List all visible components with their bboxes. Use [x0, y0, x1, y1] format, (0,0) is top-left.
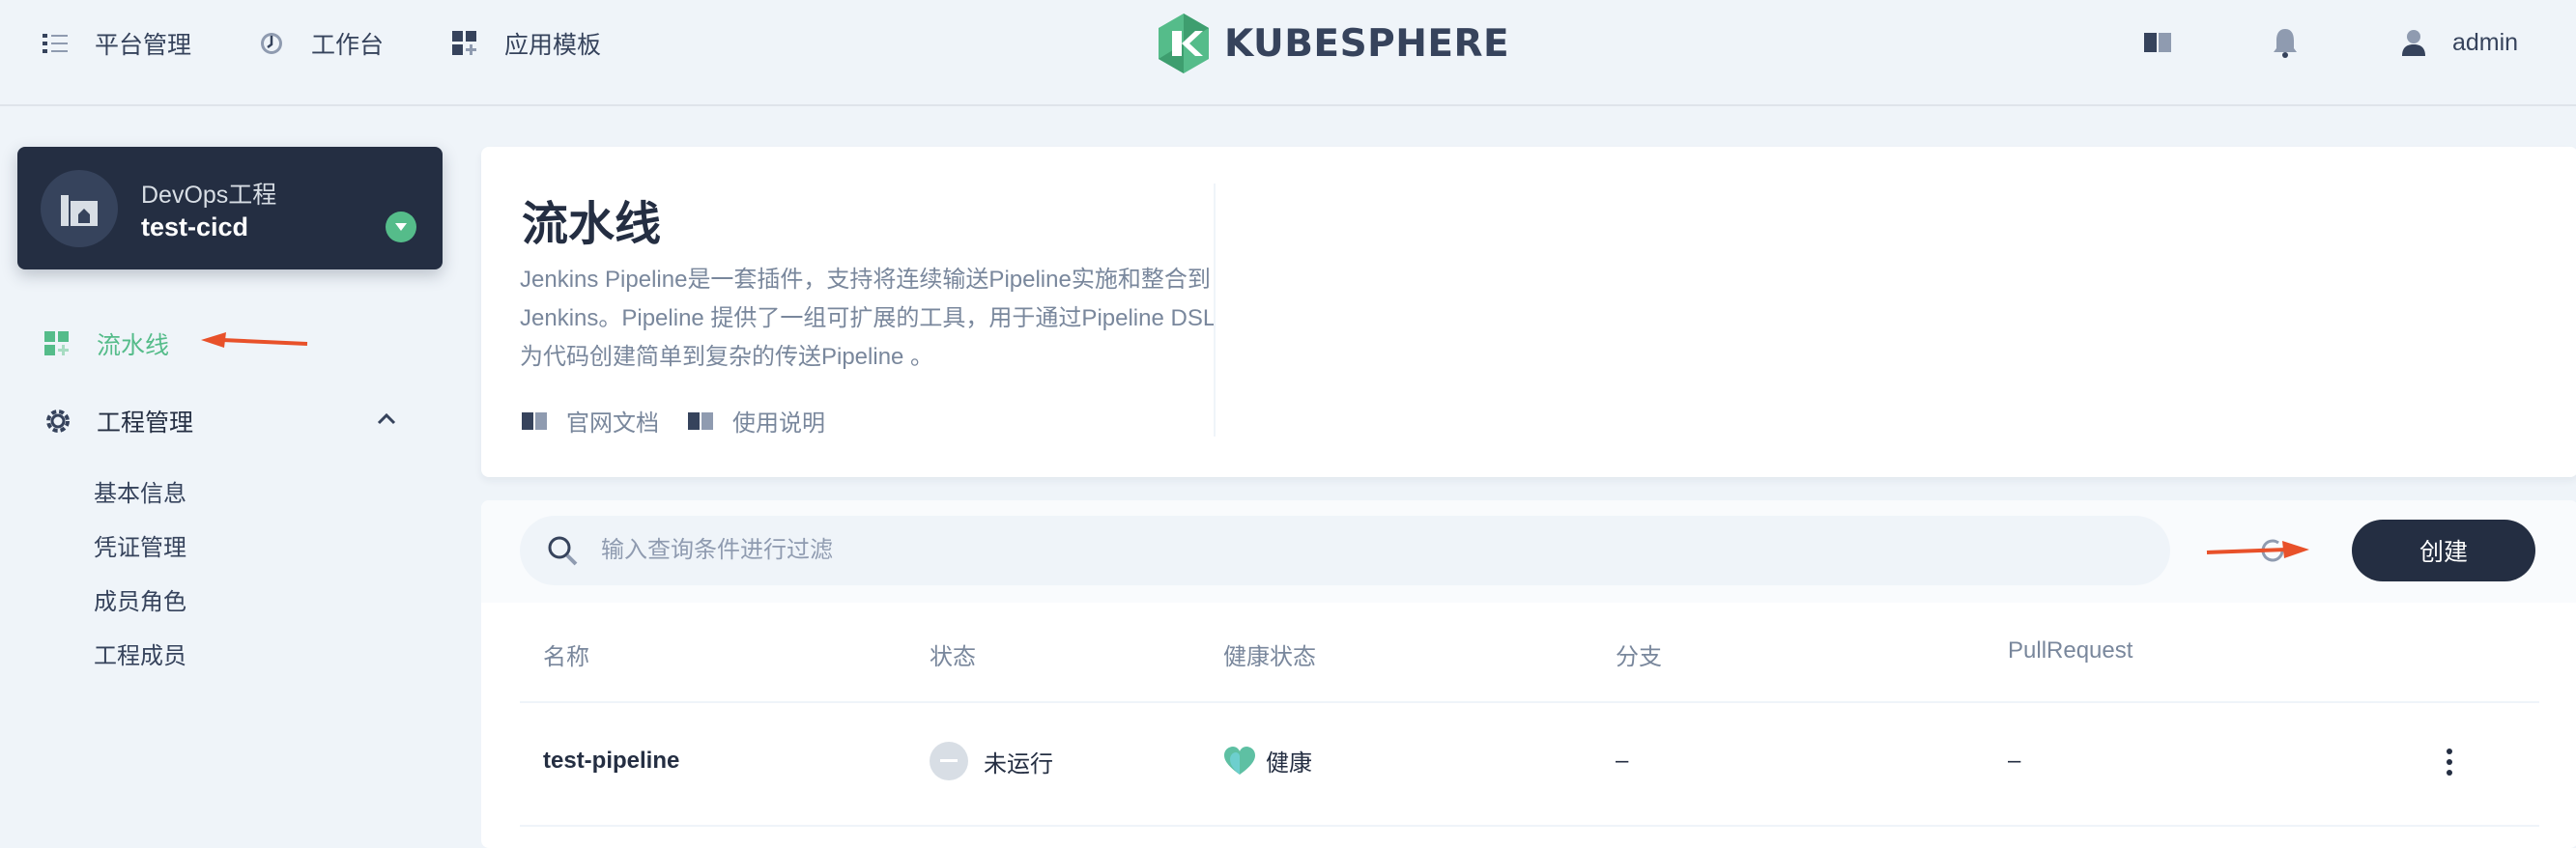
bell-icon[interactable]: [2273, 27, 2298, 58]
sidebar-item-project-management[interactable]: 工程管理: [44, 404, 402, 438]
project-type: DevOps工程: [141, 182, 277, 209]
chevron-up-icon: [377, 413, 396, 425]
project-name: test-cicd: [141, 212, 249, 241]
sidebar-item-basic-info[interactable]: 基本信息: [94, 474, 186, 508]
book-icon: [688, 411, 713, 430]
search-box[interactable]: [520, 516, 2170, 585]
user-menu[interactable]: admin: [2402, 23, 2518, 62]
nav-platform-management-label: 平台管理: [95, 32, 192, 59]
official-docs-label: 官网文档: [566, 410, 659, 437]
pipeline-branch: –: [1616, 748, 1629, 774]
table-row[interactable]: test-pipeline 未运行 健康 – –: [520, 703, 2539, 827]
sidebar-item-project-members[interactable]: 工程成员: [94, 636, 186, 670]
devops-project-icon: [61, 195, 98, 226]
pipeline-status: 未运行: [930, 742, 1053, 780]
column-header-health[interactable]: 健康状态: [1223, 637, 1316, 671]
pipeline-list-card: 创建 名称 状态 健康状态 分支 PullRequest test-pipeli…: [481, 500, 2576, 848]
app-grid-icon: [452, 31, 476, 55]
nav-platform-management[interactable]: 平台管理: [43, 26, 191, 61]
sidebar-item-project-management-label: 工程管理: [97, 410, 194, 437]
column-header-status[interactable]: 状态: [930, 637, 976, 671]
header-divider: [1214, 184, 1216, 437]
book-icon: [522, 411, 547, 430]
annotation-arrow-pipeline: [201, 332, 308, 348]
pipeline-name-link[interactable]: test-pipeline: [543, 748, 679, 775]
pipeline-pull-request: –: [2008, 748, 2021, 774]
heart-icon: [1224, 746, 1255, 775]
page-header-card: 流水线 Jenkins Pipeline是一套插件，支持将连续输送Pipelin…: [481, 147, 2576, 477]
not-run-status-icon: [930, 742, 968, 780]
pipeline-status-label: 未运行: [984, 750, 1053, 777]
column-header-pull-request[interactable]: PullRequest: [2008, 637, 2132, 664]
page-title: 流水线: [522, 199, 662, 250]
usage-guide-link[interactable]: 使用说明: [688, 404, 825, 438]
sidebar-item-pipeline[interactable]: 流水线: [44, 326, 169, 361]
list-icon: [43, 34, 68, 53]
nav-app-templates[interactable]: 应用模板: [452, 26, 601, 61]
kubesphere-logo-icon: [1159, 14, 1209, 73]
user-name: admin: [2452, 28, 2519, 56]
nav-app-templates-label: 应用模板: [504, 32, 602, 59]
list-toolbar: 创建: [481, 500, 2576, 603]
create-button[interactable]: 创建: [2352, 520, 2535, 581]
pipeline-health-label: 健康: [1266, 750, 1312, 777]
kubesphere-logo[interactable]: KUBESPHERE: [1157, 14, 1509, 73]
search-icon: [548, 536, 578, 566]
sidebar-item-credentials[interactable]: 凭证管理: [94, 528, 186, 562]
table-header: 名称 状态 健康状态 分支 PullRequest: [520, 603, 2539, 703]
project-avatar: [41, 170, 118, 247]
sidebar-item-pipeline-label: 流水线: [97, 332, 170, 359]
refresh-icon[interactable]: [2259, 537, 2286, 564]
nav-workbench[interactable]: 工作台: [259, 26, 384, 61]
column-header-name[interactable]: 名称: [543, 637, 589, 671]
book-icon[interactable]: [2143, 29, 2172, 56]
usage-guide-label: 使用说明: [732, 410, 825, 437]
gear-icon: [46, 410, 70, 433]
pipeline-icon: [44, 331, 69, 355]
pipeline-health: 健康: [1223, 744, 1312, 777]
search-input[interactable]: [601, 537, 2050, 564]
chevron-down-icon[interactable]: [386, 212, 416, 242]
official-docs-link[interactable]: 官网文档: [522, 404, 659, 438]
logo-text: KUBESPHERE: [1224, 21, 1510, 66]
dashboard-icon: [261, 33, 282, 54]
sidebar-item-member-roles[interactable]: 成员角色: [94, 582, 186, 616]
column-header-branch[interactable]: 分支: [1616, 637, 1662, 671]
page-description: Jenkins Pipeline是一套插件，支持将连续输送Pipeline实施和…: [520, 267, 1216, 370]
project-selector[interactable]: DevOps工程 test-cicd: [17, 147, 443, 269]
user-icon: [2402, 30, 2425, 56]
top-navigation-bar: 平台管理 工作台 应用模板 KUBESPHERE admin: [0, 0, 2576, 106]
nav-workbench-label: 工作台: [311, 32, 385, 59]
more-options-icon[interactable]: [2446, 748, 2453, 777]
